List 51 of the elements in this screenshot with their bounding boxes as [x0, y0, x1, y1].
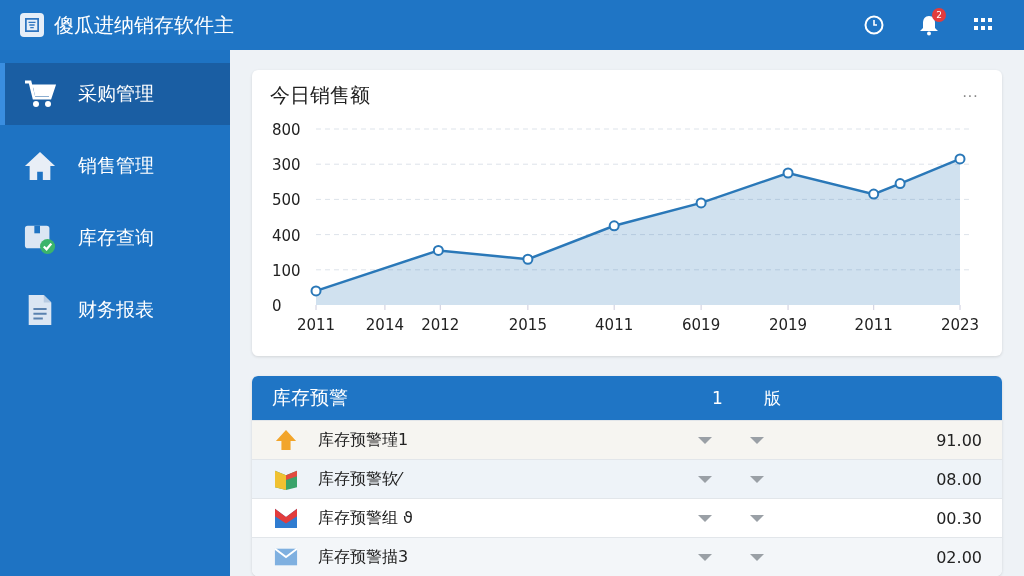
y-axis-label: 100 — [272, 261, 301, 280]
sidebar-item[interactable]: 库存查询 — [0, 207, 230, 269]
dropdown-arrow-icon[interactable] — [750, 475, 764, 483]
item-value: 02.00 — [936, 547, 982, 567]
dropdown-arrow-icon[interactable] — [750, 514, 764, 522]
y-axis-label: 800 — [272, 121, 301, 139]
card-title: 今日销售额 — [270, 82, 370, 109]
y-axis-label: 0 — [272, 297, 282, 315]
dropdown-arrow-icon[interactable] — [698, 475, 712, 483]
column-header: 1 — [712, 388, 724, 408]
app-title: 傻瓜进纳销存软件主 — [54, 11, 235, 39]
item-value: 08.00 — [936, 469, 982, 489]
sidebar-item[interactable]: 销售管理 — [0, 135, 230, 197]
envelope-icon — [274, 546, 298, 568]
apps-grid-icon[interactable] — [974, 18, 992, 32]
dropdown-arrow-icon[interactable] — [750, 553, 764, 561]
house-icon — [24, 150, 56, 182]
dropdown-arrow-icon[interactable] — [698, 436, 712, 444]
x-axis-label: 2019 — [768, 316, 808, 334]
app-logo-icon — [20, 13, 44, 37]
x-axis-label: 2014 — [365, 316, 404, 334]
x-axis-label: 2011 — [854, 316, 893, 334]
dropdown-arrow-icon[interactable] — [750, 436, 764, 444]
y-axis-label: 300 — [272, 156, 301, 175]
table-title: 库存预警 — [272, 385, 349, 410]
item-value: 00.30 — [936, 508, 982, 528]
envelope-icon — [274, 507, 298, 529]
item-value: 91.00 — [936, 430, 982, 450]
y-axis-label: 400 — [272, 226, 301, 245]
sidebar-item[interactable]: 财务报表 — [0, 279, 230, 341]
x-axis-label: 6019 — [682, 316, 721, 334]
shopping-cart-icon — [24, 78, 56, 110]
x-axis-label: 4011 — [595, 316, 634, 334]
clock-icon[interactable] — [864, 15, 884, 35]
x-axis-label: 2015 — [508, 316, 547, 334]
item-name: 库存预警瑾1 — [318, 429, 410, 451]
sidebar-item[interactable]: 采购管理 — [0, 63, 230, 125]
x-axis-label: 2012 — [421, 316, 460, 334]
up-arrow-icon — [274, 429, 298, 451]
dropdown-arrow-icon[interactable] — [698, 553, 712, 561]
item-name: 库存预警组 ϑ — [318, 507, 414, 529]
x-axis-label: 2023 — [940, 316, 980, 334]
y-axis-label: 500 — [272, 191, 301, 210]
notification-count: 2 — [932, 8, 946, 22]
dropdown-arrow-icon[interactable] — [698, 514, 712, 522]
column-header: 版 — [764, 386, 782, 410]
more-menu-button[interactable]: ··· — [956, 85, 984, 106]
book-icon — [274, 468, 298, 490]
item-name: 库存预警描3 — [318, 546, 410, 568]
x-axis-label: 2011 — [296, 316, 336, 334]
item-name: 库存预警软⁄ — [318, 468, 698, 490]
